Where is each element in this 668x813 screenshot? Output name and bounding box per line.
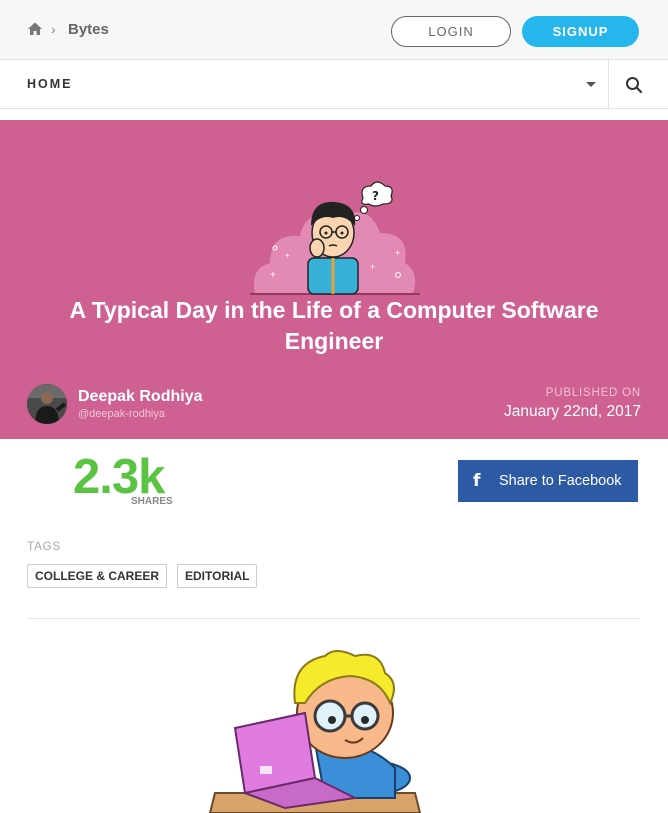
share-label: SHARES bbox=[131, 496, 173, 507]
home-icon[interactable] bbox=[27, 21, 43, 37]
svg-text:+: + bbox=[270, 270, 276, 281]
article-title: A Typical Day in the Life of a Computer … bbox=[69, 297, 599, 354]
share-facebook-button[interactable]: f Share to Facebook bbox=[458, 460, 638, 502]
article-hero: + + + + ? A Typical Day in the Life of a… bbox=[0, 120, 668, 439]
search-icon[interactable] bbox=[625, 76, 643, 94]
published-date: January 22nd, 2017 bbox=[503, 403, 641, 420]
caret-down-icon[interactable] bbox=[586, 82, 596, 87]
author-name[interactable]: Deepak Rodhiya bbox=[78, 388, 202, 406]
tag-editorial[interactable]: EDITORIAL bbox=[177, 564, 258, 588]
login-button[interactable]: LOGIN bbox=[391, 16, 511, 47]
top-bar: › Bytes LOGIN SIGNUP bbox=[0, 0, 668, 60]
svg-text:+: + bbox=[395, 248, 400, 258]
thinking-engineer-illustration: + + + + ? bbox=[250, 181, 420, 295]
svg-text:+: + bbox=[285, 251, 290, 260]
nav-bar: HOME bbox=[0, 60, 668, 109]
boy-at-laptop-illustration bbox=[208, 650, 422, 813]
tags-heading: TAGS bbox=[27, 539, 61, 553]
person-icon bbox=[27, 384, 67, 424]
svg-text:+: + bbox=[370, 262, 375, 272]
share-facebook-label: Share to Facebook bbox=[499, 473, 622, 489]
svg-text:?: ? bbox=[372, 189, 379, 203]
author-handle: @deepak-rodhiya bbox=[78, 408, 165, 420]
content-divider bbox=[27, 618, 640, 619]
breadcrumb-separator: › bbox=[51, 21, 56, 37]
published-label: PUBLISHED ON bbox=[545, 387, 641, 399]
tag-college-career[interactable]: COLLEGE & CAREER bbox=[27, 564, 168, 588]
signup-button[interactable]: SIGNUP bbox=[522, 16, 639, 47]
nav-divider bbox=[608, 60, 609, 109]
author-avatar[interactable] bbox=[27, 384, 67, 424]
nav-home-link[interactable]: HOME bbox=[27, 77, 73, 91]
facebook-icon: f bbox=[473, 471, 481, 491]
breadcrumb-title[interactable]: Bytes bbox=[68, 21, 109, 38]
